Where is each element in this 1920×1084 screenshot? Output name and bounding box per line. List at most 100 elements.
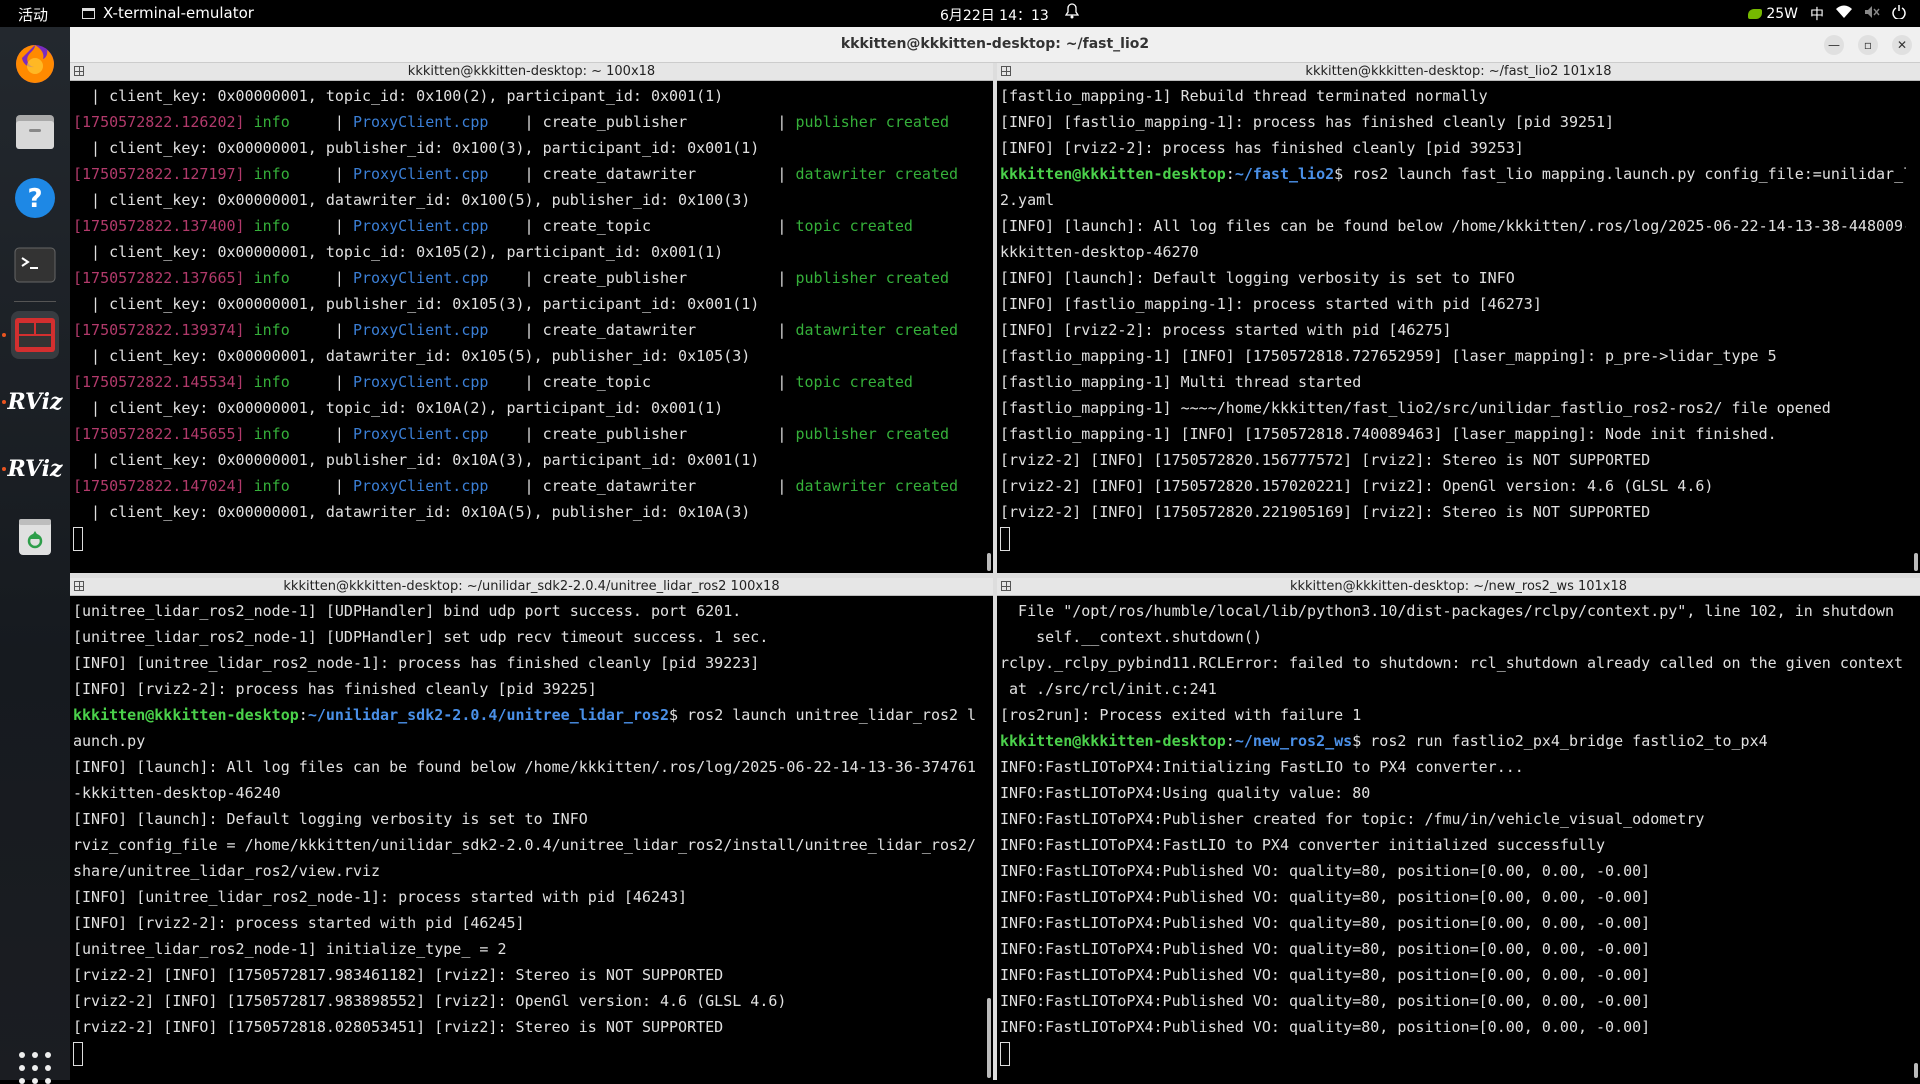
terminal-line: [fastlio_mapping-1] ~~~~/home/kkkitten/f… xyxy=(1000,395,1906,421)
clock[interactable]: 6月22日 14：13 xyxy=(940,5,1049,25)
wifi-icon[interactable] xyxy=(1836,5,1852,23)
terminal-output[interactable]: [fastlio_mapping-1] Rebuild thread termi… xyxy=(1000,83,1906,551)
terminal-text: ProxyClient.cpp xyxy=(352,217,489,235)
pane-top-left[interactable]: kkkitten@kkkitten-desktop: ~ 100x18 | cl… xyxy=(70,63,993,573)
terminal-text: -kkkitten-desktop-46240 xyxy=(73,784,281,802)
terminal-line: INFO:FastLIOToPX4:Using quality value: 8… xyxy=(1000,780,1906,806)
prompt-line[interactable] xyxy=(1000,1040,1906,1066)
activities-button[interactable]: 活动 xyxy=(18,4,48,25)
svg-text:?: ? xyxy=(27,184,42,214)
input-method-indicator[interactable]: 中 xyxy=(1810,4,1824,24)
terminal-line: [1750572822.147024] info | ProxyClient.c… xyxy=(73,473,979,499)
terminal-line: [INFO] [launch]: Default logging verbosi… xyxy=(1000,265,1906,291)
terminal-text: | xyxy=(696,321,796,339)
terminal-line: File "/opt/ros/humble/local/lib/python3.… xyxy=(1000,598,1906,624)
terminal-icon[interactable] xyxy=(11,241,59,289)
pane-menu-icon[interactable] xyxy=(74,66,84,76)
pane-bottom-left[interactable]: kkkitten@kkkitten-desktop: ~/unilidar_sd… xyxy=(70,578,993,1080)
window-titlebar[interactable]: kkkitten@kkkitten-desktop: ~/fast_lio2 —… xyxy=(70,27,1920,63)
show-apps-icon[interactable] xyxy=(19,1052,51,1084)
terminal-text: kkkitten@kkkitten-desktop xyxy=(1000,165,1226,183)
close-button[interactable]: ✕ xyxy=(1892,35,1912,55)
terminal-line: | client_key: 0x00000001, datawriter_id:… xyxy=(73,187,979,213)
terminal-text: 2.yaml xyxy=(1000,191,1055,209)
terminal-line: | client_key: 0x00000001, datawriter_id:… xyxy=(73,499,979,525)
terminal-text: ProxyClient.cpp xyxy=(352,165,489,183)
scrollbar[interactable] xyxy=(1914,1063,1918,1078)
pane-top-right[interactable]: kkkitten@kkkitten-desktop: ~/fast_lio2 1… xyxy=(997,63,1920,573)
terminal-text: publisher created xyxy=(795,269,950,287)
terminal-text: [INFO] [rviz2-2]: process has finished c… xyxy=(1000,139,1524,157)
rviz-icon[interactable]: RViz xyxy=(7,445,62,493)
terminal-text: info xyxy=(253,425,290,443)
minimize-button[interactable]: — xyxy=(1824,35,1844,55)
gpu-power-indicator[interactable]: 25W xyxy=(1748,6,1798,22)
terminal-output[interactable]: | client_key: 0x00000001, topic_id: 0x10… xyxy=(73,83,979,551)
app-menu[interactable]: X-terminal-emulator xyxy=(82,4,254,22)
terminal-text: | xyxy=(488,373,543,391)
terminal-text: [fastlio_mapping-1] [INFO] [1750572818.7… xyxy=(1000,425,1777,443)
pane-menu-icon[interactable] xyxy=(74,581,84,591)
pane-menu-icon[interactable] xyxy=(1001,581,1011,591)
maximize-button[interactable]: ▫ xyxy=(1858,35,1878,55)
pane-title-bar[interactable]: kkkitten@kkkitten-desktop: ~/unilidar_sd… xyxy=(70,578,993,596)
prompt-line[interactable] xyxy=(1000,525,1906,551)
terminal-line: [INFO] [fastlio_mapping-1]: process has … xyxy=(1000,109,1906,135)
power-readout: 25W xyxy=(1766,6,1798,22)
terminal-text: INFO:FastLIOToPX4:Initializing FastLIO t… xyxy=(1000,758,1524,776)
scrollbar[interactable] xyxy=(1914,553,1918,571)
terminal-text: [1750572822.137400] xyxy=(73,217,245,235)
terminal-line: kkkitten@kkkitten-desktop:~/fast_lio2$ r… xyxy=(1000,161,1906,187)
terminal-line: | client_key: 0x00000001, publisher_id: … xyxy=(73,135,979,161)
pane-title-bar[interactable]: kkkitten@kkkitten-desktop: ~/fast_lio2 1… xyxy=(997,63,1920,81)
scrollbar[interactable] xyxy=(987,998,991,1078)
terminal-text: [INFO] [rviz2-2]: process started with p… xyxy=(73,914,525,932)
terminator-icon[interactable] xyxy=(11,311,59,359)
terminal-text: aunch.py xyxy=(73,732,146,750)
terminal-line: | client_key: 0x00000001, publisher_id: … xyxy=(73,447,979,473)
terminal-line: kkkitten@kkkitten-desktop:~/new_ros2_ws$… xyxy=(1000,728,1906,754)
prompt-line[interactable] xyxy=(73,1040,979,1066)
power-icon[interactable] xyxy=(1892,5,1906,23)
terminal-text: info xyxy=(253,269,290,287)
terminal-text: | xyxy=(488,165,543,183)
terminal-output[interactable]: File "/opt/ros/humble/local/lib/python3.… xyxy=(1000,598,1906,1066)
pane-title-bar[interactable]: kkkitten@kkkitten-desktop: ~ 100x18 xyxy=(70,63,993,81)
pane-menu-icon[interactable] xyxy=(1001,66,1011,76)
pane-title-bar[interactable]: kkkitten@kkkitten-desktop: ~/new_ros2_ws… xyxy=(997,578,1920,596)
terminal-line: [rviz2-2] [INFO] [1750572820.157020221] … xyxy=(1000,473,1906,499)
pane-title: kkkitten@kkkitten-desktop: ~ 100x18 xyxy=(407,64,656,79)
prompt-line[interactable] xyxy=(73,525,979,551)
terminal-line: INFO:FastLIOToPX4:Initializing FastLIO t… xyxy=(1000,754,1906,780)
files-icon[interactable] xyxy=(11,107,59,155)
trash-icon[interactable] xyxy=(11,512,59,560)
terminal-line: [rviz2-2] [INFO] [1750572817.983898552] … xyxy=(73,988,979,1014)
terminal-text: | xyxy=(289,269,353,287)
terminal-text: File "/opt/ros/humble/local/lib/python3.… xyxy=(1000,602,1895,620)
terminal-text: at ./src/rcl/init.c:241 xyxy=(1000,680,1217,698)
running-indicator xyxy=(2,333,6,337)
firefox-icon[interactable] xyxy=(11,40,59,88)
notification-bell-icon[interactable] xyxy=(1064,3,1080,23)
rviz-icon[interactable]: RViz xyxy=(7,378,62,426)
terminal-text: | client_key: 0x00000001, publisher_id: … xyxy=(73,295,760,313)
terminal-line: [INFO] [rviz2-2]: process has finished c… xyxy=(73,676,979,702)
terminal-text: info xyxy=(253,113,290,131)
terminal-line: | client_key: 0x00000001, topic_id: 0x10… xyxy=(73,395,979,421)
terminal-text: publisher created xyxy=(795,113,950,131)
volume-muted-icon[interactable] xyxy=(1864,5,1880,23)
pane-bottom-right[interactable]: kkkitten@kkkitten-desktop: ~/new_ros2_ws… xyxy=(997,578,1920,1080)
terminal-text: [unitree_lidar_ros2_node-1] [UDPHandler]… xyxy=(73,628,769,646)
system-tray[interactable]: 25W 中 xyxy=(1748,4,1906,24)
scrollbar[interactable] xyxy=(987,553,991,571)
terminal-text: create_datawriter xyxy=(542,321,697,339)
terminal-text: [INFO] [unitree_lidar_ros2_node-1]: proc… xyxy=(73,654,760,672)
terminal-line: | client_key: 0x00000001, topic_id: 0x10… xyxy=(73,83,979,109)
terminal-text: info xyxy=(253,217,290,235)
terminal-text: | xyxy=(687,269,796,287)
terminal-output[interactable]: [unitree_lidar_ros2_node-1] [UDPHandler]… xyxy=(73,598,979,1066)
terminal-text: [1750572822.127197] xyxy=(73,165,245,183)
help-icon[interactable]: ? xyxy=(11,174,59,222)
